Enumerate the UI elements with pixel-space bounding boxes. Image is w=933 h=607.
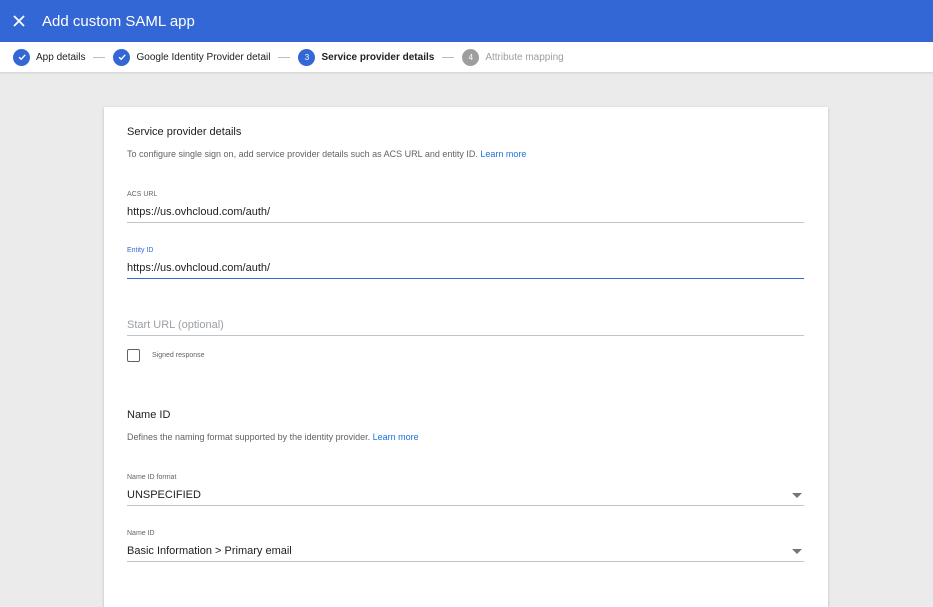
service-provider-card: Service provider details To configure si…	[104, 107, 828, 607]
name-id-select[interactable]: Name ID Basic Information > Primary emai…	[127, 530, 804, 562]
step-service-provider-details[interactable]: 3 Service provider details	[298, 48, 435, 66]
section-title-service-provider: Service provider details	[127, 126, 242, 138]
description-text: To configure single sign on, add service…	[127, 149, 478, 159]
step-label: Google Identity Provider details	[136, 51, 271, 63]
acs-url-label: ACS URL	[127, 191, 158, 198]
dropdown-arrow-icon[interactable]	[792, 493, 802, 498]
entity-id-field[interactable]: Entity ID https://us.ovhcloud.com/auth/	[127, 247, 804, 279]
step-divider	[442, 56, 455, 58]
selected-value: UNSPECIFIED	[127, 489, 201, 501]
section-description: Defines the naming format supported by t…	[127, 432, 419, 442]
description-text: Defines the naming format supported by t…	[127, 432, 371, 442]
step-number: 3	[298, 48, 316, 66]
step-label: Service provider details	[321, 51, 435, 63]
signed-response-row[interactable]: Signed response	[127, 349, 205, 362]
close-button[interactable]	[0, 0, 38, 42]
dropdown-arrow-icon[interactable]	[792, 549, 802, 554]
name-id-format-value[interactable]: UNSPECIFIED	[127, 484, 804, 506]
start-url-input[interactable]: Start URL (optional)	[127, 314, 804, 336]
name-id-format-select[interactable]: Name ID format UNSPECIFIED	[127, 474, 804, 506]
start-url-field[interactable]: Start URL (optional)	[127, 304, 804, 336]
entity-id-label: Entity ID	[127, 247, 154, 254]
start-url-label-spacer	[127, 304, 804, 314]
learn-more-link[interactable]: Learn more	[373, 432, 419, 442]
step-divider	[93, 56, 106, 58]
step-app-details[interactable]: App details	[13, 48, 86, 66]
close-icon	[13, 15, 25, 27]
check-icon	[113, 48, 131, 66]
signed-response-checkbox[interactable]	[127, 349, 140, 362]
acs-url-input[interactable]: https://us.ovhcloud.com/auth/	[127, 201, 804, 223]
top-app-bar: Add custom SAML app	[0, 0, 933, 42]
stepper: App details Google Identity Provider det…	[0, 42, 933, 72]
signed-response-label: Signed response	[152, 352, 205, 359]
step-number: 4	[462, 48, 480, 66]
learn-more-link[interactable]: Learn more	[480, 149, 526, 159]
acs-url-field[interactable]: ACS URL https://us.ovhcloud.com/auth/	[127, 191, 804, 223]
name-id-value[interactable]: Basic Information > Primary email	[127, 540, 804, 562]
name-id-format-label: Name ID format	[127, 474, 177, 481]
check-icon	[13, 48, 30, 66]
selected-value: Basic Information > Primary email	[127, 545, 292, 557]
step-divider	[278, 56, 291, 58]
section-title-name-id: Name ID	[127, 409, 171, 421]
step-google-idp-details[interactable]: Google Identity Provider details	[113, 48, 271, 66]
section-description: To configure single sign on, add service…	[127, 149, 526, 159]
step-label: App details	[36, 51, 86, 63]
step-label: Attribute mapping	[485, 51, 564, 63]
step-attribute-mapping: 4 Attribute mapping	[462, 48, 564, 66]
page-title: Add custom SAML app	[42, 12, 195, 30]
name-id-label: Name ID	[127, 530, 155, 537]
entity-id-input[interactable]: https://us.ovhcloud.com/auth/	[127, 257, 804, 279]
